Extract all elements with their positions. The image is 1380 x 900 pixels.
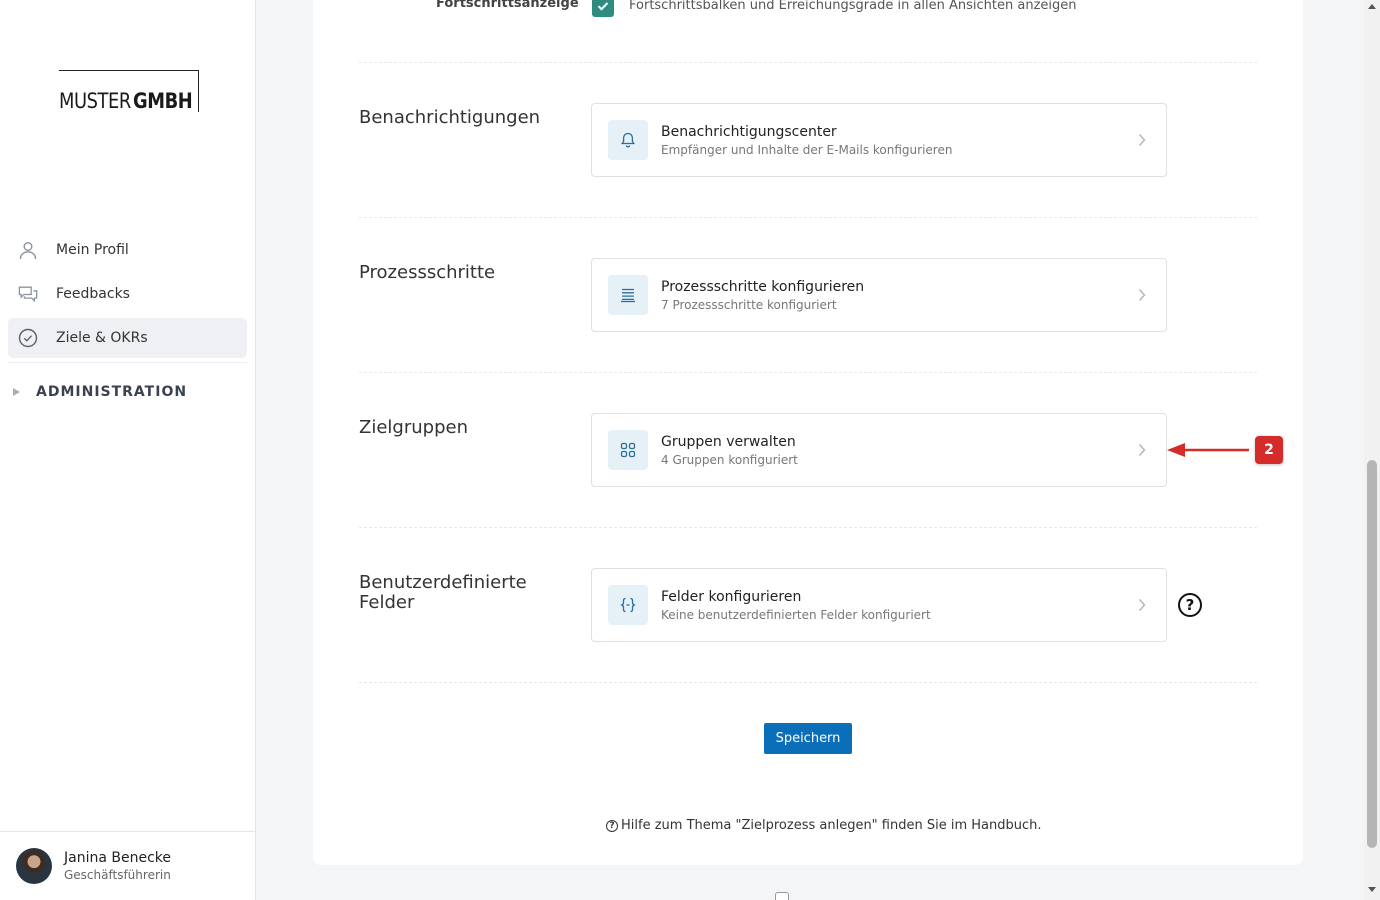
card-title: Felder konfigurieren <box>661 588 802 605</box>
notification-center-card[interactable]: Benachrichtigungscenter Empfänger und In… <box>591 103 1167 177</box>
section-divider <box>359 527 1257 528</box>
scrollbar-thumb[interactable] <box>1367 460 1377 848</box>
check-circle-icon <box>18 328 38 348</box>
help-text: Hilfe zum Thema "Zielprozess anlegen" fi… <box>621 818 1042 833</box>
chevron-right-icon <box>1138 134 1146 146</box>
card-text: Gruppen verwalten 4 Gruppen konfiguriert <box>661 434 798 467</box>
icon-tile <box>608 275 648 315</box>
company-logo[interactable]: MUSTERGMBH <box>59 70 202 113</box>
sidebar-item-ziele-okrs[interactable]: Ziele & OKRs <box>8 318 247 358</box>
section-divider <box>359 62 1257 63</box>
card-title: Prozessschritte konfigurieren <box>661 278 865 295</box>
sidebar-item-label: Ziele & OKRs <box>56 330 148 346</box>
user-icon <box>18 240 38 260</box>
logo-text: MUSTERGMBH <box>59 89 202 113</box>
section-title-benutzerdefinierte-felder: Benutzerdefinierte Felder <box>359 572 527 613</box>
help-question-icon[interactable]: ? <box>1178 593 1202 617</box>
section-title-prozessschritte: Prozessschritte <box>359 262 496 283</box>
admin-label: ADMINISTRATION <box>36 384 188 400</box>
nav-divider <box>8 362 247 363</box>
progress-setting-label: Fortschrittsanzeige <box>436 0 579 11</box>
list-icon <box>621 288 635 303</box>
card-title: Gruppen verwalten <box>661 433 796 450</box>
checkmark-icon <box>597 2 609 11</box>
bell-icon <box>621 132 635 148</box>
question-circle-icon: ? <box>606 819 618 832</box>
scroll-down-arrow-icon[interactable] <box>1368 887 1376 892</box>
user-info: Janina Benecke Geschäftsführerin <box>64 850 171 882</box>
card-title: Benachrichtigungscenter <box>661 123 837 140</box>
user-profile[interactable]: Janina Benecke Geschäftsführerin <box>0 831 255 900</box>
sidebar-section-administration[interactable]: ADMINISTRATION <box>13 384 187 400</box>
user-name: Janina Benecke <box>64 850 171 866</box>
section-title-benachrichtigungen: Benachrichtigungen <box>359 107 541 128</box>
annotation-arrow-icon <box>1167 443 1249 457</box>
chat-bubbles-icon <box>18 284 38 304</box>
progress-setting-checkbox[interactable] <box>592 0 614 17</box>
card-subtitle: Keine benutzerdefinierten Felder konfigu… <box>661 607 931 622</box>
save-button[interactable]: Speichern <box>764 723 852 754</box>
sidebar-item-mein-profil[interactable]: Mein Profil <box>8 230 247 270</box>
process-steps-card[interactable]: Prozessschritte konfigurieren 7 Prozesss… <box>591 258 1167 332</box>
icon-tile <box>608 585 648 625</box>
card-subtitle: 7 Prozessschritte konfiguriert <box>661 297 837 312</box>
sidebar-nav: Mein Profil Feedbacks Ziele & OKRs <box>8 230 247 363</box>
triangle-right-icon <box>13 388 20 396</box>
chevron-right-icon <box>1138 599 1146 611</box>
sidebar: MUSTERGMBH Mein Profil Feedbacks Ziele &… <box>0 0 256 900</box>
scroll-up-arrow-icon[interactable] <box>1368 4 1376 9</box>
annotation-step-badge: 2 <box>1255 436 1283 464</box>
custom-fields-card[interactable]: Felder konfigurieren Keine benutzerdefin… <box>591 568 1167 642</box>
sidebar-item-label: Feedbacks <box>56 286 130 302</box>
grid-icon <box>620 442 636 458</box>
card-subtitle: Empfänger und Inhalte der E-Mails konfig… <box>661 142 953 157</box>
logo-text-bold: GMBH <box>132 89 193 113</box>
progress-setting-row: Fortschrittsanzeige <box>436 0 579 11</box>
logo-text-thin: MUSTER <box>59 89 131 113</box>
help-link[interactable]: ? Hilfe zum Thema "Zielprozess anlegen" … <box>606 818 1042 833</box>
sidebar-item-feedbacks[interactable]: Feedbacks <box>8 274 247 314</box>
scrollbar[interactable] <box>1364 0 1380 900</box>
card-text: Benachrichtigungscenter Empfänger und In… <box>661 124 952 157</box>
section-title-zielgruppen: Zielgruppen <box>359 417 468 438</box>
footer-checkbox[interactable] <box>775 892 789 900</box>
chevron-right-icon <box>1138 444 1146 456</box>
section-divider <box>359 217 1257 218</box>
braces-icon <box>620 597 636 613</box>
section-divider <box>359 372 1257 373</box>
avatar <box>16 848 52 884</box>
section-divider <box>359 682 1257 683</box>
manage-groups-card[interactable]: Gruppen verwalten 4 Gruppen konfiguriert <box>591 413 1167 487</box>
progress-setting-description: Fortschrittsbalken und Erreichungsgrade … <box>629 0 1077 13</box>
sidebar-item-label: Mein Profil <box>56 242 129 258</box>
card-text: Prozessschritte konfigurieren 7 Prozesss… <box>661 279 864 312</box>
card-text: Felder konfigurieren Keine benutzerdefin… <box>661 589 931 622</box>
card-subtitle: 4 Gruppen konfiguriert <box>661 452 798 467</box>
chevron-right-icon <box>1138 289 1146 301</box>
user-role: Geschäftsführerin <box>64 868 171 882</box>
icon-tile <box>608 120 648 160</box>
icon-tile <box>608 430 648 470</box>
